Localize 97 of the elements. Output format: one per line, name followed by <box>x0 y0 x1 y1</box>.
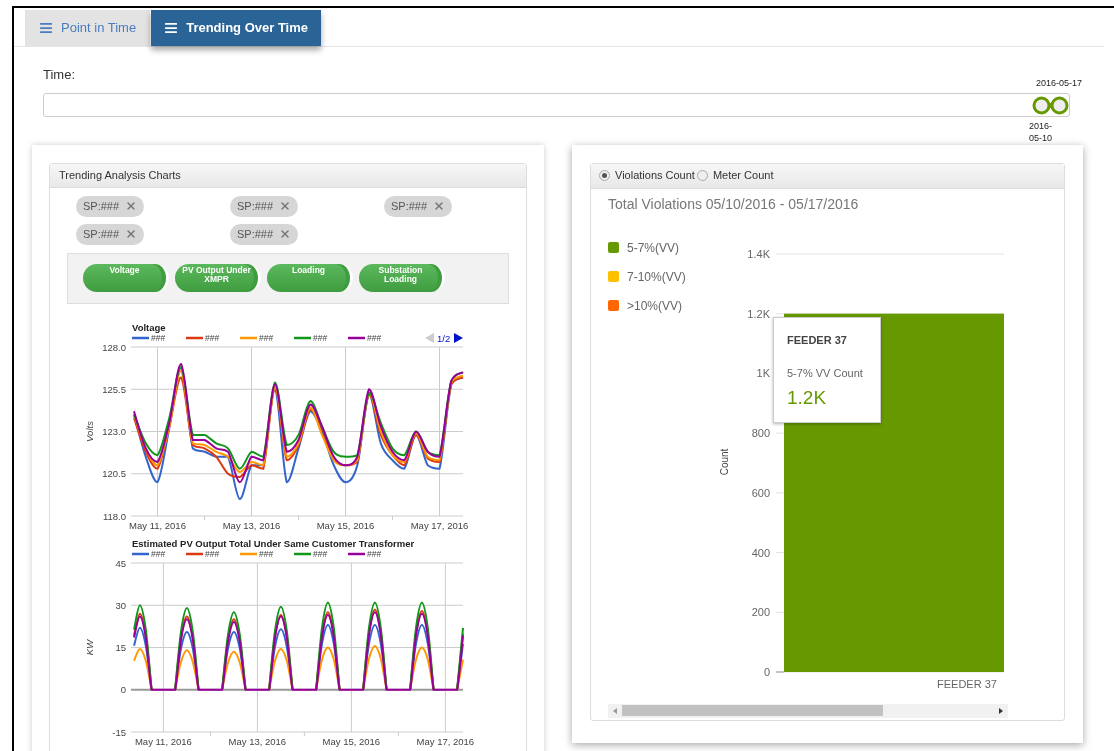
legend-swatch <box>132 336 149 339</box>
chart-title: Voltage <box>132 321 166 333</box>
y-axis-label: 400 <box>751 546 770 559</box>
x-axis-label: May 15, 2016 <box>316 519 375 531</box>
legend-swatch <box>294 552 311 555</box>
legend-label: ### <box>367 548 382 559</box>
chip-label: SP:### <box>237 226 274 242</box>
legend-swatch <box>348 552 365 555</box>
y-axis-label: 45 <box>115 557 126 568</box>
filter-chip[interactable]: SP:### <box>384 195 453 217</box>
y-axis-label: 120.5 <box>102 467 126 479</box>
scrollbar-thumb[interactable] <box>622 705 883 716</box>
list-icon <box>39 21 53 35</box>
y-axis-label: 600 <box>751 486 770 499</box>
legend-label: ### <box>205 548 220 559</box>
y-axis-label: 200 <box>751 605 770 618</box>
radio-option[interactable]: Violations Count <box>599 167 695 184</box>
range-start-date: 2016-05-10 <box>1029 119 1054 144</box>
legend-label: ### <box>259 548 274 559</box>
close-icon[interactable] <box>279 200 292 212</box>
y-axis-label: 125.5 <box>102 383 126 395</box>
y-axis-label: 800 <box>751 426 770 439</box>
legend-label: ### <box>259 332 274 343</box>
y-axis-label: 128.0 <box>102 341 126 352</box>
time-range-field[interactable] <box>43 92 1070 117</box>
legend-swatch <box>294 336 311 339</box>
x-axis-label: May 15, 2016 <box>322 735 381 747</box>
legend-label: ### <box>313 548 328 559</box>
filter-chip[interactable]: SP:### <box>76 223 145 245</box>
legend-label: ### <box>313 332 328 343</box>
radio-button[interactable] <box>696 170 708 181</box>
legend-label: >10%(VV) <box>627 297 683 315</box>
chart-button[interactable]: PV Output Under XMPR <box>175 264 261 292</box>
legend-swatch <box>608 300 619 311</box>
x-axis-label: May 17, 2016 <box>410 519 469 531</box>
filter-chip[interactable]: SP:### <box>76 195 145 217</box>
field-label: Time: <box>43 66 76 84</box>
chip-label: SP:### <box>83 198 120 214</box>
y-axis-label: -15 <box>112 726 126 737</box>
y-axis-label: 123.0 <box>102 425 126 437</box>
y-axis-title: Volts <box>84 420 95 442</box>
close-icon[interactable] <box>279 228 292 240</box>
y-axis-title: Count <box>719 448 730 475</box>
close-icon[interactable] <box>125 228 138 240</box>
range-end-date: 2016-05-17 <box>1035 76 1082 90</box>
x-axis-label: May 13, 2016 <box>228 735 287 747</box>
y-axis-title: KW <box>84 639 95 655</box>
radio-button[interactable] <box>599 170 610 181</box>
legend-swatch <box>348 336 365 339</box>
panel-title: Trending Analysis Charts <box>59 167 181 183</box>
page-indicator: 1/2 <box>437 332 451 344</box>
x-axis-label: May 13, 2016 <box>222 519 281 531</box>
legend-label: 5-7%(VV) <box>627 239 679 257</box>
filter-chip[interactable]: SP:### <box>230 195 299 217</box>
legend-swatch <box>186 552 203 555</box>
radio-option[interactable]: Meter Count <box>696 167 774 184</box>
chip-label: SP:### <box>237 198 274 214</box>
legend-label: ### <box>205 332 220 343</box>
y-axis-label: 0 <box>120 683 126 695</box>
legend-swatch <box>132 552 149 555</box>
y-axis-label: 118.0 <box>102 510 126 521</box>
y-axis-label: 1K <box>756 366 770 379</box>
next-page-icon[interactable] <box>454 332 463 343</box>
range-slider-handle[interactable] <box>1032 95 1069 115</box>
close-icon[interactable] <box>125 200 138 212</box>
x-axis-label: FEEDER 37 <box>937 677 997 690</box>
chip-label: SP:### <box>83 226 120 242</box>
legend-swatch <box>186 336 203 339</box>
tooltip-label: 5-7% VV Count <box>787 366 863 381</box>
legend-label: ### <box>151 332 166 343</box>
legend-label: 7-10%(VV) <box>627 268 686 286</box>
chart-button[interactable]: Substation Loading <box>359 264 445 292</box>
chart-title: Total Violations 05/10/2016 - 05/17/2016 <box>608 194 859 214</box>
tab[interactable]: Point in Time <box>25 10 151 46</box>
y-axis-label: 1.2K <box>747 307 770 320</box>
close-icon[interactable] <box>433 200 446 212</box>
x-axis-label: May 11, 2016 <box>129 519 186 531</box>
horizontal-scrollbar[interactable] <box>608 703 1008 718</box>
y-axis-label: 1.4K <box>747 247 770 260</box>
y-axis-label: 0 <box>763 665 770 678</box>
y-axis-label: 15 <box>115 641 126 653</box>
filter-chip[interactable]: SP:### <box>230 223 299 245</box>
legend-label: ### <box>367 332 382 343</box>
x-axis-label: May 17, 2016 <box>416 735 475 747</box>
legend-swatch <box>240 336 257 339</box>
legend-swatch <box>608 271 619 282</box>
list-icon <box>164 21 179 35</box>
chart-title: Estimated PV Output Total Under Same Customer Transformer <box>132 537 415 549</box>
tab[interactable]: Trending Over Time <box>151 10 321 46</box>
y-axis-label: 30 <box>115 599 126 611</box>
x-axis-label: May 11, 2016 <box>134 735 192 747</box>
tooltip-title: FEEDER 37 <box>787 332 847 348</box>
legend-swatch <box>240 552 257 555</box>
legend-label: ### <box>151 548 166 559</box>
tooltip-value: 1.2K <box>787 385 827 410</box>
legend-swatch <box>608 242 619 253</box>
chip-label: SP:### <box>391 198 428 214</box>
